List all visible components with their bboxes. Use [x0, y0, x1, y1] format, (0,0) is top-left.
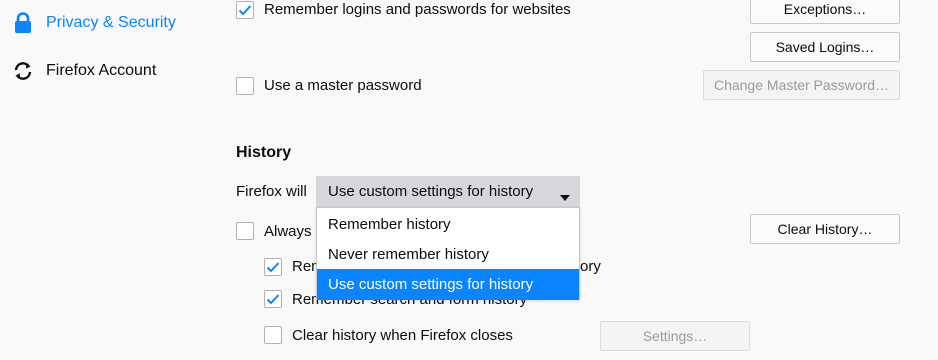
remember-logins-checkbox[interactable]: [236, 1, 254, 19]
remember-logins-label: Remember logins and passwords for websit…: [264, 1, 571, 18]
sidebar-item-privacy-security[interactable]: Privacy & Security: [12, 12, 176, 34]
option-custom-settings-history[interactable]: Use custom settings for history: [317, 269, 579, 300]
history-settings-button[interactable]: Settings…: [600, 321, 750, 351]
clear-on-close-label: Clear history when Firefox closes: [292, 327, 513, 344]
clear-on-close-checkbox[interactable]: [264, 326, 282, 344]
history-mode-dropdown: Remember history Never remember history …: [316, 207, 580, 300]
clear-history-button[interactable]: Clear History…: [750, 214, 900, 244]
master-password-label: Use a master password: [264, 77, 422, 94]
saved-logins-button[interactable]: Saved Logins…: [750, 32, 900, 62]
option-remember-history[interactable]: Remember history: [317, 209, 579, 240]
firefox-will-label: Firefox will: [236, 183, 307, 200]
sync-icon: [12, 60, 34, 82]
history-mode-select[interactable]: Use custom settings for history: [316, 176, 580, 207]
remember-browsing-label-end: ory: [580, 258, 601, 275]
sidebar-item-label: Privacy & Security: [46, 14, 176, 31]
remember-browsing-checkbox[interactable]: [264, 258, 282, 276]
sidebar-item-label: Firefox Account: [46, 62, 157, 79]
sidebar-item-firefox-account[interactable]: Firefox Account: [12, 60, 156, 82]
exceptions-button[interactable]: Exceptions…: [750, 0, 900, 24]
master-password-checkbox[interactable]: [236, 77, 254, 95]
history-section-title: History: [236, 144, 292, 161]
history-mode-select-value: Use custom settings for history: [328, 183, 534, 200]
option-never-remember-history[interactable]: Never remember history: [317, 239, 579, 270]
change-master-password-button[interactable]: Change Master Password…: [703, 70, 900, 100]
always-private-checkbox[interactable]: [236, 222, 254, 240]
dropdown-arrow-icon: [560, 188, 570, 205]
lock-icon: [12, 12, 34, 34]
remember-search-checkbox[interactable]: [264, 290, 282, 308]
